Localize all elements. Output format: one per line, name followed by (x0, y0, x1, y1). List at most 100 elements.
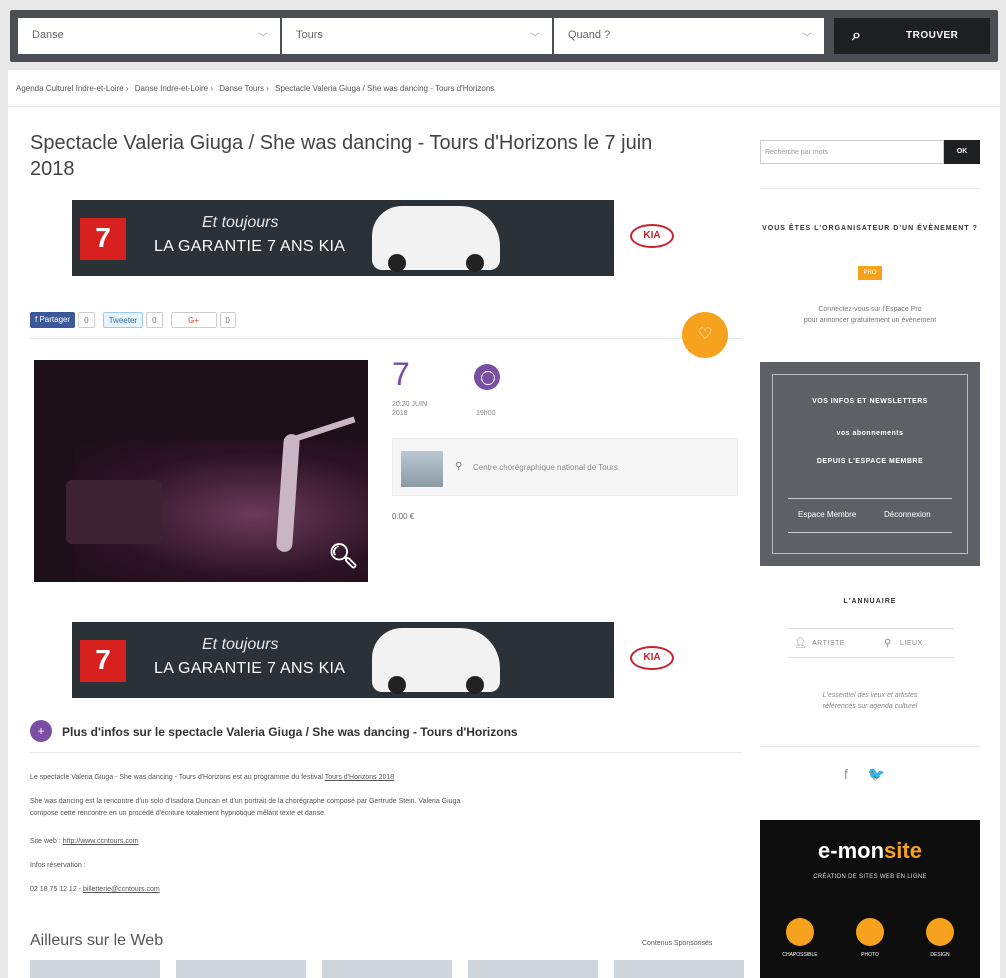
map-pin-icon: ⚲ (884, 638, 892, 649)
sidebar-search: Recherche par mots OK (760, 140, 980, 164)
ad-tagline: Et toujours (202, 214, 279, 231)
reservation-label: Infos réservation : (30, 862, 86, 869)
date-select[interactable]: Quand ? ﹀ (554, 18, 824, 54)
favorite-button[interactable]: ♡ (682, 312, 728, 358)
feature-icon (856, 918, 884, 946)
pro-badge: PRO (858, 266, 882, 280)
chevron-down-icon: ﹀ (802, 33, 812, 44)
plus-icon: + (30, 720, 52, 742)
kia-banner-ad[interactable]: 7 Et toujours LA GARANTIE 7 ANS KIA KIA (72, 622, 692, 698)
sponsored-thumb[interactable] (614, 960, 744, 978)
car-image (372, 628, 500, 694)
organizer-text: Connectez-vous sur l'Espace Pro pour ann… (760, 304, 980, 326)
divider (788, 532, 952, 533)
directory-text: L'essentiel des lieux et artistes référe… (760, 690, 980, 712)
member-promo-box: VOS INFOS ET NEWSLETTERS vos abonnements… (760, 362, 980, 566)
sponsored-thumb[interactable] (468, 960, 598, 978)
email-link[interactable]: billetterie@ccntours.com (83, 886, 160, 893)
kia-logo: KIA (630, 224, 674, 248)
date-value: Quand ? (568, 29, 611, 41)
drummer-figure (66, 480, 162, 544)
elsewhere-heading: Ailleurs sur le Web (30, 932, 164, 949)
artists-link[interactable]: ARTISTE (812, 640, 845, 647)
promo-line: vos abonnements (836, 430, 904, 437)
more-info-header: + Plus d'infos sur le spectacle Valeria … (30, 720, 742, 744)
breadcrumb-item[interactable]: Agenda Culturel Indre-et-Loire › (16, 84, 129, 93)
website-line: Site web : http://www.ccntours.com (30, 836, 730, 848)
search-ok-button[interactable]: OK (944, 140, 980, 164)
chevron-down-icon: ﹀ (530, 33, 540, 44)
event-day: 7 (392, 356, 410, 392)
logo-part: e-mon (818, 838, 885, 863)
emonsite-ad[interactable]: e-monsite CRÉATION DE SITES WEB EN LIGNE… (760, 820, 980, 978)
contact-line: 02 18 75 12 12 - billetterie@ccntours.co… (30, 884, 730, 896)
feature-label: CHAPOSSIBLE (782, 952, 818, 958)
member-space-link[interactable]: Espace Membre (798, 510, 856, 519)
twitter-icon[interactable]: 🐦 (868, 766, 885, 782)
category-select[interactable]: Danse ﹀ (18, 18, 280, 54)
venue-name[interactable]: Centre chorégraphique national de Tours (473, 463, 618, 472)
facebook-icon[interactable]: f (844, 766, 848, 782)
city-select[interactable]: Tours ﹀ (282, 18, 552, 54)
emonsite-logo: e-monsite (760, 838, 980, 864)
chevron-down-icon: ﹀ (258, 33, 268, 44)
heart-icon: ♡ (697, 326, 713, 343)
gplus-count: 0 (219, 312, 236, 328)
find-button-label: TROUVER (906, 30, 959, 41)
ad-seven-badge: 7 (80, 640, 126, 682)
facebook-count: 0 (78, 312, 95, 328)
page-title: Spectacle Valeria Giuga / She was dancin… (30, 132, 653, 180)
breadcrumb-item[interactable]: Danse Tours › (219, 84, 269, 93)
keyword-search-input[interactable]: Recherche par mots (760, 140, 944, 164)
festival-link[interactable]: Tours d'Horizons 2018 (325, 774, 394, 781)
sponsored-thumb[interactable] (322, 960, 452, 978)
user-icon: 👤︎ (794, 638, 807, 649)
description-text: She was dancing est la rencontre d'un so… (30, 798, 461, 805)
car-image (372, 206, 500, 272)
map-pin-icon: ⚲ (455, 461, 463, 472)
ad-logo-area: KIA (614, 622, 692, 698)
website-link[interactable]: http://www.ccntours.com (63, 838, 139, 845)
event-time: 19h00 (476, 410, 496, 417)
city-value: Tours (296, 29, 323, 41)
share-bar: f Partager 0 Tweeter 0 G+ 0 (30, 312, 244, 328)
organizer-link[interactable]: Connectez-vous sur l'Espace Pro (760, 304, 980, 315)
description-paragraph: Le spectacle Valeria Giuga - She was dan… (30, 772, 730, 784)
divider (760, 188, 980, 189)
gplus-share-button[interactable]: G+ (170, 312, 217, 328)
directory-heading: L'ANNUAIRE (843, 598, 897, 605)
find-button[interactable]: ⌕ TROUVER (834, 18, 990, 54)
sponsored-thumbnails (30, 960, 744, 978)
description-text: Le spectacle Valeria Giuga - She was dan… (30, 774, 323, 781)
feature-label: DESIGN (930, 952, 950, 958)
divider (30, 338, 742, 339)
event-photo[interactable]: 🔍︎ (34, 360, 368, 582)
directory-text-line: référencés sur agenda culturel (822, 703, 918, 710)
venue-card[interactable]: ⚲ Centre chorégraphique national de Tour… (392, 438, 738, 496)
more-info-title: Plus d'infos sur le spectacle Valeria Gi… (62, 725, 518, 739)
breadcrumb: Agenda Culturel Indre-et-Loire › Danse I… (16, 84, 498, 93)
website-label: Site web : (30, 838, 61, 845)
divider (8, 106, 1000, 107)
logo-part: site (884, 838, 922, 863)
divider (30, 752, 742, 753)
ad-tagline: Et toujours (202, 636, 279, 653)
ad-logo-area: KIA (614, 200, 692, 276)
venue-thumbnail (401, 451, 443, 487)
sponsored-thumb[interactable] (30, 960, 160, 978)
facebook-share-button[interactable]: f Partager (30, 312, 76, 328)
breadcrumb-item[interactable]: Danse Indre-et-Loire › (135, 84, 213, 93)
page-content: Agenda Culturel Indre-et-Loire › Danse I… (8, 70, 1000, 978)
zoom-icon[interactable]: 🔍︎ (328, 542, 358, 571)
sponsored-label[interactable]: Contenus Sponsorisés (642, 940, 712, 947)
sponsored-thumb[interactable] (176, 960, 306, 978)
organizer-text-line: pour annoncer gratuitement un évènement (803, 317, 937, 324)
places-link[interactable]: LIEUX (900, 640, 923, 647)
event-date: 20:20 JUIN 2018 (392, 401, 428, 417)
twitter-count: 0 (146, 312, 163, 328)
promo-line: VOS INFOS ET NEWSLETTERS (812, 398, 928, 405)
kia-banner-ad[interactable]: 7 Et toujours LA GARANTIE 7 ANS KIA KIA (72, 200, 692, 276)
twitter-share-button[interactable]: Tweeter (102, 312, 144, 328)
logout-link[interactable]: Déconnexion (884, 510, 931, 519)
ad-headline: LA GARANTIE 7 ANS KIA (154, 660, 346, 677)
